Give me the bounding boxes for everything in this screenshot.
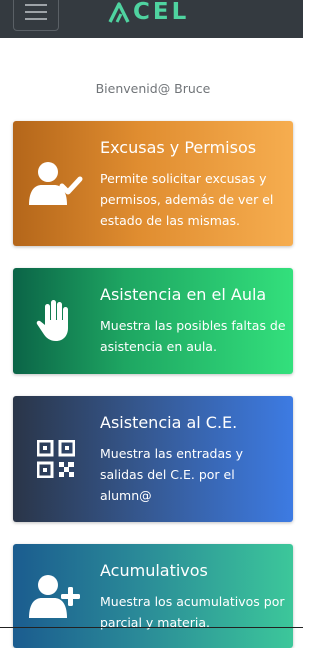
card-title: Excusas y Permisos: [100, 138, 257, 157]
card-icon-wrap: [13, 440, 99, 478]
card-asistencia-aula[interactable]: Asistencia en el Aula Muestra las posibl…: [13, 268, 293, 374]
card-icon-wrap: [13, 574, 99, 620]
welcome-message: Bienvenid@ Bruce: [95, 81, 211, 96]
card-title: Acumulativos: [100, 561, 208, 580]
hamburger-icon-bar: [25, 18, 47, 20]
logo-text: CEL: [133, 0, 190, 25]
card-description: Permite solicitar excusas y permisos, ad…: [100, 171, 274, 228]
user-check-icon: [29, 162, 83, 205]
card-description: Muestra las entradas y salidas del C.E. …: [100, 446, 243, 503]
card-icon-wrap: [13, 300, 99, 342]
card-excusas-permisos[interactable]: Excusas y Permisos Permite solicitar exc…: [13, 121, 293, 246]
card-description: Muestra las posibles faltas de asistenci…: [100, 318, 286, 354]
card-acumulativos[interactable]: Acumulativos Muestra los acumulativos po…: [13, 544, 293, 648]
card-icon-wrap: [13, 161, 99, 207]
app-logo[interactable]: CEL: [108, 0, 189, 30]
bottom-divider: [0, 627, 303, 628]
qr-code-icon: [37, 440, 75, 478]
menu-toggle-button[interactable]: [13, 0, 59, 31]
card-asistencia-ce[interactable]: Asistencia al C.E. Muestra las entradas …: [13, 396, 293, 522]
user-plus-icon: [29, 575, 80, 618]
raised-hand-icon: [36, 300, 68, 341]
hamburger-icon: [25, 4, 47, 6]
card-title: Asistencia al C.E.: [100, 413, 238, 432]
card-title: Asistencia en el Aula: [100, 285, 267, 304]
hamburger-icon-bar: [25, 11, 47, 13]
navbar: CEL: [0, 0, 303, 38]
stylized-a-icon: [108, 2, 130, 23]
